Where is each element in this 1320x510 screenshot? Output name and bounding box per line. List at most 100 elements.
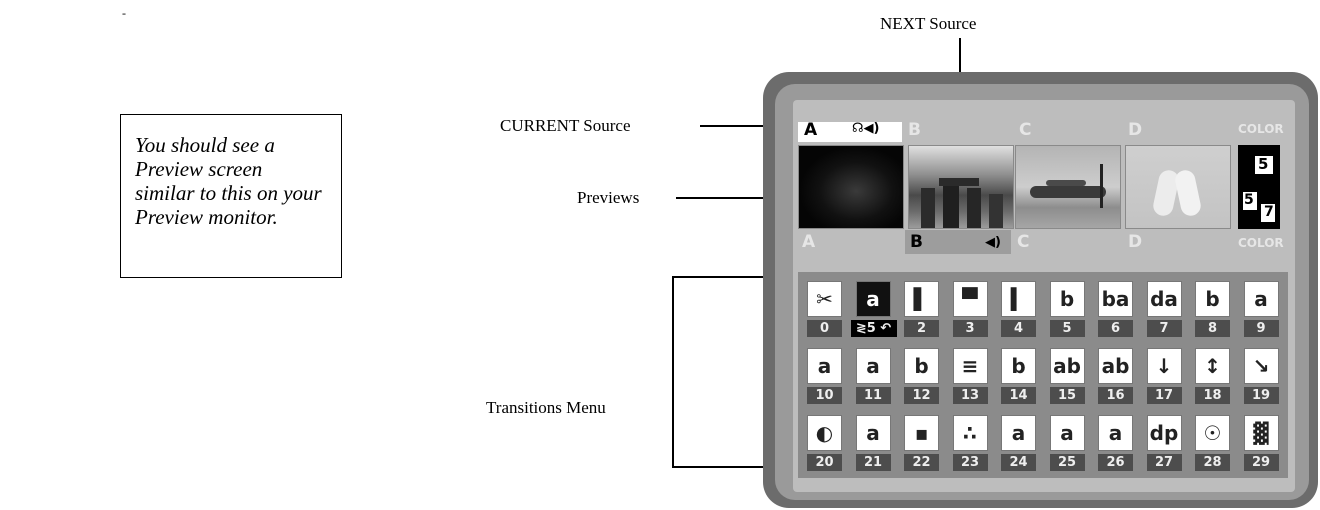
transition-number: 9 <box>1243 320 1279 337</box>
source-color-bottom[interactable]: COLOR <box>1238 236 1284 250</box>
transition-13[interactable]: ≡ 13 <box>948 345 993 407</box>
transition-4[interactable]: ▍ 4 <box>996 278 1041 340</box>
transition-number: 22 <box>904 454 939 471</box>
selected-transition-info: ≷5 ↶ <box>850 320 897 337</box>
transition-10[interactable]: a 10 <box>802 345 847 407</box>
transition-29[interactable]: ▓ 29 <box>1239 412 1284 474</box>
transition-number: 0 <box>807 320 842 337</box>
transition-7[interactable]: da 7 <box>1142 278 1187 340</box>
transition-number: 3 <box>952 320 988 337</box>
transition-2[interactable]: ▌ 2 <box>899 278 944 340</box>
preview-b-stonehenge[interactable] <box>908 145 1014 229</box>
source-a-top[interactable]: A <box>804 120 817 140</box>
transition-number: 16 <box>1098 387 1133 404</box>
transition-number: 6 <box>1098 320 1133 337</box>
transition-icon: ab <box>1049 348 1085 384</box>
audio-icons: ☊◀) <box>852 121 880 136</box>
transition-23[interactable]: ∴ 23 <box>948 412 993 474</box>
transition-21[interactable]: a 21 <box>851 412 896 474</box>
source-a-bottom[interactable]: A <box>802 232 815 252</box>
transition-number: 17 <box>1146 387 1182 404</box>
transition-icon: ▌ <box>904 281 939 317</box>
transition-17[interactable]: ↓ 17 <box>1142 345 1187 407</box>
source-d-top[interactable]: D <box>1128 120 1142 140</box>
transition-20[interactable]: ◐ 20 <box>802 412 847 474</box>
transition-27[interactable]: dp 27 <box>1142 412 1187 474</box>
transition-icon: ab <box>1098 348 1133 384</box>
transition-icon: ↕ <box>1195 348 1230 384</box>
source-d-bottom[interactable]: D <box>1128 232 1142 252</box>
source-b-bottom[interactable]: B <box>910 232 923 252</box>
transition-number: 13 <box>952 387 988 404</box>
transition-icon: a <box>1049 415 1085 451</box>
transition-number: 27 <box>1146 454 1182 471</box>
preview-c-airplane[interactable] <box>1015 145 1121 229</box>
transition-9[interactable]: a9 <box>1239 278 1284 340</box>
color-value-2: 5 <box>1244 192 1254 208</box>
transition-icon: ◐ <box>807 415 842 451</box>
transition-number: 5 <box>1049 320 1085 337</box>
transition-number: 15 <box>1049 387 1085 404</box>
transition-icon: a <box>1243 281 1279 317</box>
preview-d-polar-bears[interactable] <box>1125 145 1231 229</box>
transition-icon: ↓ <box>1146 348 1182 384</box>
next-source-label: NEXT Source <box>880 14 977 33</box>
transition-icon: a <box>855 281 891 317</box>
color-value-3: 7 <box>1264 204 1274 220</box>
transition-18[interactable]: ↕ 18 <box>1190 345 1235 407</box>
color-value-1: 5 <box>1258 155 1269 173</box>
transition-number: 19 <box>1243 387 1279 404</box>
transition-icon: a <box>855 348 891 384</box>
transition-number: 25 <box>1049 454 1085 471</box>
transition-14[interactable]: b 14 <box>996 345 1041 407</box>
transition-number: 21 <box>855 454 891 471</box>
source-c-top[interactable]: C <box>1019 120 1031 140</box>
transition-25[interactable]: a 25 <box>1045 412 1090 474</box>
transition-16[interactable]: ab 16 <box>1093 345 1138 407</box>
transition-icon: b <box>1001 348 1036 384</box>
transition-8[interactable]: b8 <box>1190 278 1235 340</box>
transition-5[interactable]: b5 <box>1045 278 1090 340</box>
transition-icon: b <box>1195 281 1230 317</box>
previews-label: Previews <box>577 188 640 207</box>
transition-28[interactable]: ☉ 28 <box>1190 412 1235 474</box>
transition-number: 12 <box>904 387 939 404</box>
transition-1[interactable]: a1≷5 ↶ <box>850 278 897 340</box>
transition-icon: dp <box>1146 415 1182 451</box>
source-b-top[interactable]: B <box>908 120 921 140</box>
transition-icon: a <box>855 415 891 451</box>
transitions-bracket-vertical <box>672 277 674 467</box>
transition-24[interactable]: a 24 <box>996 412 1041 474</box>
source-color-top[interactable]: COLOR <box>1238 122 1284 136</box>
transition-icon: a <box>807 348 842 384</box>
transition-number: 29 <box>1243 454 1279 471</box>
transition-11[interactable]: a 11 <box>851 345 896 407</box>
transitions-menu-label: Transitions Menu <box>486 398 606 417</box>
transition-icon: b <box>1049 281 1085 317</box>
transition-15[interactable]: ab 15 <box>1045 345 1090 407</box>
transition-number: 28 <box>1195 454 1230 471</box>
preview-color[interactable]: 5 5 7 <box>1238 145 1280 229</box>
transition-icon: ▪ <box>904 415 939 451</box>
transition-icon: da <box>1146 281 1182 317</box>
transition-number: 10 <box>807 387 842 404</box>
transition-6[interactable]: ba 6 <box>1093 278 1138 340</box>
transition-number: 24 <box>1001 454 1036 471</box>
transition-number: 23 <box>952 454 988 471</box>
transition-19[interactable]: ↘ 19 <box>1239 345 1284 407</box>
transition-icon: ▍ <box>1001 281 1036 317</box>
transition-number: 26 <box>1098 454 1133 471</box>
transition-icon: ▓ <box>1243 415 1279 451</box>
transition-12[interactable]: b 12 <box>899 345 944 407</box>
source-c-bottom[interactable]: C <box>1017 232 1029 252</box>
transition-3[interactable]: ▀ 3 <box>948 278 993 340</box>
transition-22[interactable]: ▪ 22 <box>899 412 944 474</box>
transition-number: 20 <box>807 454 842 471</box>
transition-icon: ≡ <box>952 348 988 384</box>
transition-26[interactable]: a 26 <box>1093 412 1138 474</box>
preview-a-gorilla[interactable] <box>798 145 904 229</box>
transition-number: 7 <box>1146 320 1182 337</box>
transition-number: 2 <box>904 320 939 337</box>
transition-icon: ↘ <box>1243 348 1279 384</box>
transition-0[interactable]: ✂ 0 <box>802 278 847 340</box>
